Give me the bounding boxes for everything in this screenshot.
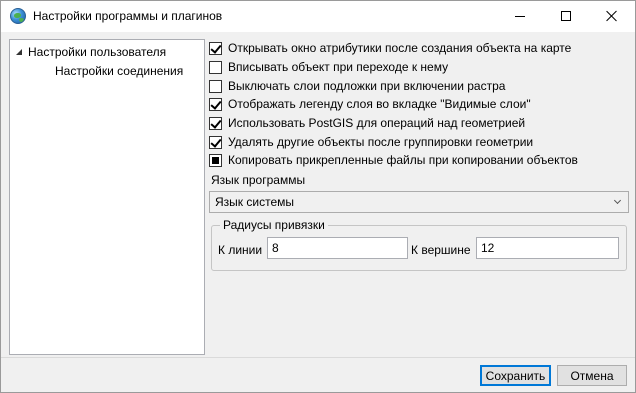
tree-item-connection-settings[interactable]: Настройки соединения [55,64,183,78]
minimize-button[interactable] [497,1,543,31]
checkbox-label: Выключать слои подложки при включении ра… [228,79,506,93]
checkbox[interactable] [209,97,222,111]
maximize-icon [561,11,571,21]
language-selected-value: Язык системы [215,195,294,209]
tree-item-label: Настройки пользователя [28,45,167,59]
vertex-radius-input[interactable] [476,237,619,259]
title-bar: Настройки программы и плагинов [1,1,635,32]
line-radius-label: К линии [218,243,263,257]
vertex-radius-label: К вершине [411,243,471,257]
globe-icon [10,8,26,24]
save-button[interactable]: Сохранить [480,365,551,386]
checkbox[interactable] [209,79,222,93]
close-button[interactable] [589,1,635,31]
checkbox-open-attributes[interactable]: Открывать окно атрибутики после создания… [209,40,571,56]
settings-dialog: Настройки программы и плагинов Настройки… [0,0,636,393]
language-label: Язык программы [211,173,306,187]
window-title: Настройки программы и плагинов [33,9,223,23]
checkbox-label: Использовать PostGIS для операций над ге… [228,116,526,130]
dialog-footer: Сохранить Отмена [1,357,635,392]
expanded-arrow-icon[interactable] [16,49,22,55]
checkbox[interactable] [209,135,222,149]
minimize-icon [515,15,525,17]
cancel-button[interactable]: Отмена [557,365,627,386]
close-icon [606,10,618,22]
checkbox[interactable] [209,116,222,130]
snap-radius-group: Радиусы привязки К линии К вершине [211,218,627,271]
checkbox[interactable] [209,60,222,74]
checkbox-delete-after-grouping[interactable]: Удалять другие объекты после группировки… [209,134,533,150]
line-radius-input[interactable] [267,237,408,259]
checkbox-label: Копировать прикрепленные файлы при копир… [228,153,578,167]
checkbox-copy-attachments[interactable]: Копировать прикрепленные файлы при копир… [209,152,578,168]
checkbox-use-postgis[interactable]: Использовать PostGIS для операций над ге… [209,115,525,131]
checkbox-fit-object[interactable]: Вписывать объект при переходе к нему [209,59,448,75]
maximize-button[interactable] [543,1,589,31]
checkbox-show-legend[interactable]: Отображать легенду слоя во вкладке "Види… [209,96,531,112]
snap-group-title: Радиусы привязки [220,218,328,232]
tree-item-user-settings[interactable]: Настройки пользователя [16,45,166,59]
checkbox[interactable] [209,153,222,167]
checkbox-label: Открывать окно атрибутики после создания… [228,41,572,55]
settings-tree: Настройки пользователя Настройки соедине… [9,39,205,355]
chevron-down-icon [613,196,622,205]
checkbox-label: Вписывать объект при переходе к нему [228,60,449,74]
checkbox[interactable] [209,41,222,55]
checkbox-disable-basemap[interactable]: Выключать слои подложки при включении ра… [209,78,505,94]
checkbox-label: Удалять другие объекты после группировки… [228,135,534,149]
checkbox-label: Отображать легенду слоя во вкладке "Види… [228,97,531,111]
language-select[interactable]: Язык системы [209,191,629,213]
tree-item-label: Настройки соединения [55,64,184,78]
